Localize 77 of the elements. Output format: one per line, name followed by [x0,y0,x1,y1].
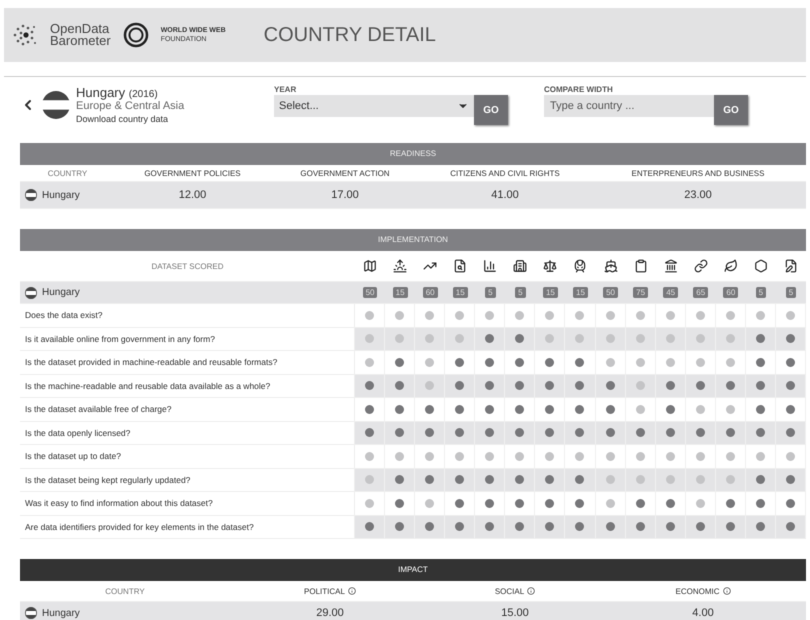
go-button[interactable]: GO [714,95,748,125]
info-icon[interactable] [527,587,536,595]
field-label: COMPARE WIDTH [544,85,614,94]
score-badge: 75 [633,287,648,298]
column-header: COUNTRY [46,168,88,178]
download-link[interactable]: Download country data [76,114,184,124]
column-header: ECONOMIC [676,586,720,596]
year-select[interactable]: Select... [274,95,474,117]
logo-text: OpenData Barometer [50,23,111,47]
column-header: POLITICAL [304,586,345,596]
table-cell-text: 23.00 [683,189,713,201]
dots-logo-icon [12,24,38,46]
bar-chart-icon [483,259,498,273]
info-icon[interactable] [722,587,730,595]
column-header: GOVERNMENT POLICIES [143,168,242,178]
landmark-icon [664,259,678,273]
column-header: DATASET SCORED [150,262,224,270]
score-badge: 15 [452,287,468,298]
country-cell: Hungary [42,190,80,200]
column-header: COUNTRY [104,586,146,596]
ship-icon [604,259,618,273]
table-cell-text: 17.00 [330,189,360,201]
link-icon [694,259,708,273]
table-cell-text: 15.00 [500,607,530,619]
section-header: IMPLEMENTATION [20,229,806,251]
file-search-icon [453,259,468,273]
field-label: YEAR [274,85,298,94]
building-icon [513,259,528,273]
section-header: IMPACT [20,559,806,581]
score-badge: 5 [515,287,526,298]
score-badge: 15 [573,287,588,298]
table-cell-text: 4.00 [691,607,715,619]
map-icon [363,259,378,273]
score-badge: 5 [786,287,796,298]
sunrise-icon [393,259,408,273]
go-button[interactable]: GO [474,95,508,125]
compare-field[interactable]: Type a country ... [544,95,714,117]
question-cell: Is the machine-readable and reusable data available as a whole? [20,374,355,397]
region-text: Europe & Central Asia [76,100,184,112]
flag-icon [25,607,37,619]
country-cell: Hungary [42,608,80,618]
score-badge: 15 [542,287,558,298]
column-header: SOCIAL [494,586,524,596]
train-icon [573,259,588,273]
flag-icon [42,90,70,118]
score-badge: 50 [603,287,618,298]
circle-logo-icon [122,22,149,48]
score-badge: 50 [362,287,378,298]
score-badge: 60 [422,287,438,298]
scales-icon [543,259,558,273]
flag-icon [25,189,37,201]
page-title: COUNTRY DETAIL [264,24,436,46]
flag-icon [25,286,37,298]
score-badge: 5 [756,287,766,298]
document-edit-icon [784,259,798,273]
column-header: CITIZENS AND CIVIL RIGHTS [449,168,561,178]
clipboard-icon [634,259,648,273]
column-header: GOVERNMENT ACTION [299,168,391,178]
table-cell-text: 29.00 [315,607,345,619]
score-badge: 65 [693,287,708,298]
country-name: Hungary (2016) [76,85,159,100]
question-cell: Is the data openly licensed? [20,422,355,444]
section-header: READINESS [20,143,806,165]
score-badge: 15 [392,287,408,298]
hexagon-icon [754,259,768,273]
leaf-icon [724,259,738,273]
question-cell: Is it available online from government in any form? [20,328,355,350]
table-cell-text: 41.00 [490,189,520,201]
info-icon[interactable] [348,587,356,595]
score-badge: 60 [723,287,738,298]
score-badge: 45 [663,287,678,298]
column-header: ENTERPRENEURS AND BUSINESS [630,168,766,178]
table-cell-text: 12.00 [178,189,208,201]
question-cell: Is the dataset being kept regularly updated? [20,468,355,491]
country-cell: Hungary [42,287,80,298]
score-badge: 5 [485,287,496,298]
question-cell: Are data identifiers provided for key elements in the dataset? [20,516,355,538]
